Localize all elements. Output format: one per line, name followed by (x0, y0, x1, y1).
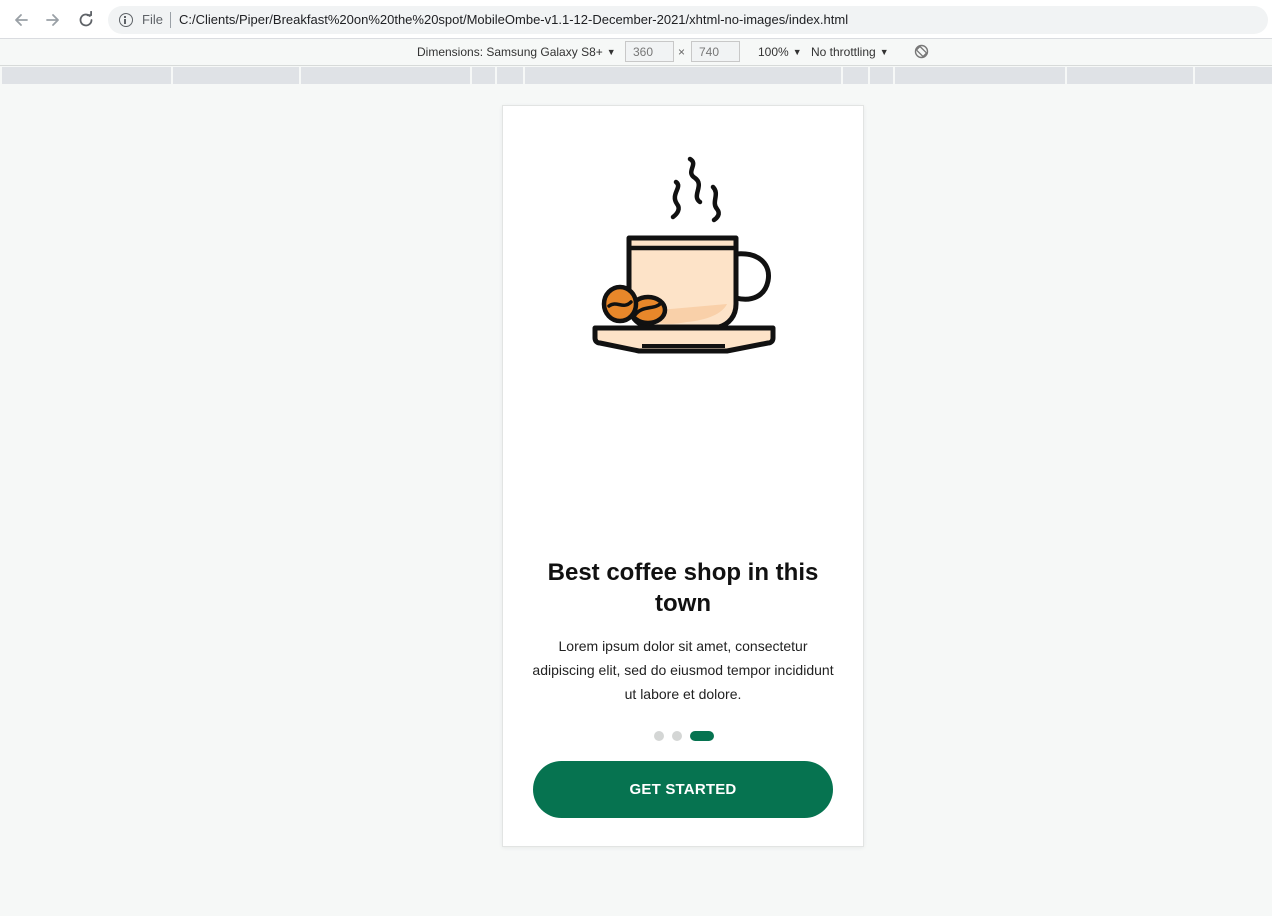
device-select[interactable]: Dimensions: Samsung Galaxy S8+ ▼ (417, 45, 616, 59)
reload-icon[interactable] (75, 9, 97, 31)
onboarding-title: Best coffee shop in this town (547, 559, 819, 617)
chevron-down-icon: ▼ (879, 47, 889, 57)
pagination-dot[interactable] (672, 731, 682, 741)
coffee-cup-icon (592, 156, 776, 354)
zoom-select[interactable]: 100% ▼ (758, 45, 802, 59)
get-started-button[interactable]: GET STARTED (533, 761, 833, 818)
address-separator (170, 12, 171, 28)
device-viewport: Best coffee shop in this town Lorem ipsu… (502, 105, 864, 847)
media-query-segment[interactable] (2, 67, 171, 84)
media-query-segment[interactable] (497, 67, 523, 84)
rotate-icon[interactable] (914, 44, 929, 59)
media-query-segment[interactable] (870, 67, 893, 84)
address-bar[interactable]: File C:/Clients/Piper/Breakfast%20on%20t… (108, 6, 1268, 34)
back-arrow-icon[interactable] (10, 9, 32, 31)
info-icon[interactable] (119, 13, 133, 27)
media-query-segment[interactable] (301, 67, 470, 84)
url-text[interactable]: C:/Clients/Piper/Breakfast%20on%20the%20… (179, 12, 848, 27)
pagination-dot[interactable] (654, 731, 664, 741)
media-query-segment[interactable] (173, 67, 299, 84)
throttling-label: No throttling (811, 45, 876, 59)
device-dimensions-label: Dimensions: Samsung Galaxy S8+ (417, 45, 603, 59)
chevron-down-icon: ▼ (606, 47, 616, 57)
media-query-bar (0, 67, 1272, 84)
pagination-dot-active[interactable] (690, 731, 714, 741)
dimension-times: × (678, 45, 686, 59)
throttling-select[interactable]: No throttling ▼ (811, 45, 889, 59)
file-scheme-label: File (142, 12, 163, 27)
media-query-segment[interactable] (472, 67, 495, 84)
device-width-input[interactable] (625, 41, 674, 62)
browser-toolbar: File C:/Clients/Piper/Breakfast%20on%20t… (0, 0, 1272, 39)
onboarding-description: Lorem ipsum dolor sit amet, consectetur … (532, 638, 834, 702)
media-query-segment[interactable] (895, 67, 1065, 84)
media-query-segment[interactable] (1067, 67, 1193, 84)
device-toolbar: Dimensions: Samsung Galaxy S8+▼ × 100%▼ … (0, 39, 1272, 66)
chevron-down-icon: ▼ (792, 47, 802, 57)
zoom-label: 100% (758, 45, 789, 59)
media-query-segment[interactable] (843, 67, 868, 84)
device-height-input[interactable] (691, 41, 740, 62)
forward-arrow-icon[interactable] (42, 9, 64, 31)
media-query-segment[interactable] (1195, 67, 1272, 84)
media-query-segment[interactable] (525, 67, 841, 84)
